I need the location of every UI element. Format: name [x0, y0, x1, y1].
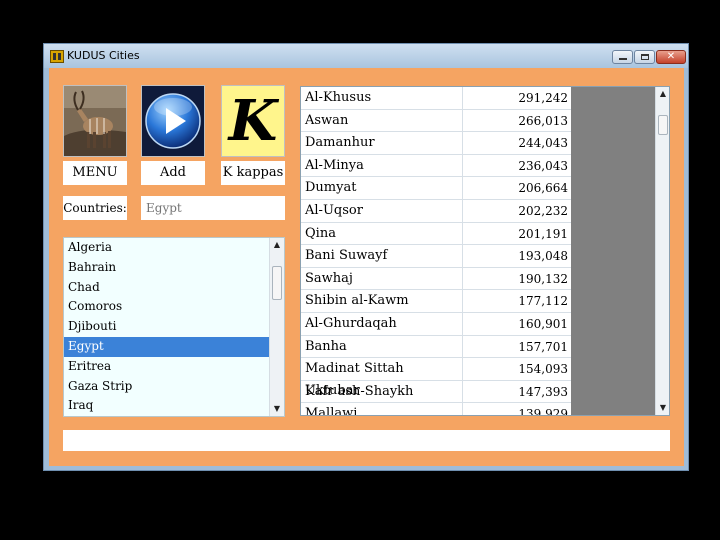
population-cell: 154,093 — [518, 362, 568, 377]
table-row[interactable]: Dumyat 206,664 — [301, 177, 571, 200]
country-input[interactable] — [141, 196, 285, 220]
country-list-item[interactable]: Chad — [64, 278, 284, 298]
population-cell: 177,112 — [518, 294, 568, 309]
population-cell: 160,901 — [518, 316, 568, 331]
country-list-item[interactable]: Algeria — [64, 238, 284, 258]
city-name-cell: Al-Uqsor — [301, 199, 463, 222]
city-name-cell: Mallawi — [301, 403, 463, 415]
population-cell: 244,043 — [518, 136, 568, 151]
population-cell: 201,191 — [518, 226, 568, 241]
city-table-scroll-thumb[interactable] — [658, 115, 668, 135]
maximize-icon — [641, 54, 649, 60]
table-empty-area — [571, 87, 655, 415]
country-list-item[interactable]: Djibouti — [64, 317, 284, 337]
city-name-cell: Dumyat — [301, 177, 463, 199]
scroll-up-icon[interactable]: ▲ — [270, 238, 284, 252]
table-row[interactable]: Bani Suwayf 193,048 — [301, 245, 571, 268]
country-list-scroll-thumb[interactable] — [272, 265, 282, 300]
client-area: K MENU Add K kappas Countries: AlgeriaBa… — [49, 68, 684, 466]
city-name-cell: Al-Minya — [301, 154, 463, 177]
scroll-down-icon[interactable]: ▼ — [656, 401, 669, 415]
close-icon: ✕ — [666, 51, 676, 62]
kappas-logo-letter: K — [228, 88, 278, 154]
scroll-down-icon[interactable]: ▼ — [270, 402, 284, 416]
countries-label: Countries: — [63, 196, 127, 220]
menu-image-button[interactable] — [63, 85, 127, 157]
table-row[interactable]: Mallawi 139,929 — [301, 403, 571, 416]
population-cell: 147,393 — [518, 384, 568, 399]
city-name-cell: Kafr ash-Shaykh — [301, 380, 463, 403]
table-row[interactable]: Al-Uqsor 202,232 — [301, 199, 571, 223]
city-table-scrollbar[interactable]: ▲ ▼ — [655, 87, 669, 415]
kudu-image — [64, 86, 126, 156]
population-cell: 266,013 — [518, 113, 568, 128]
table-row[interactable]: Al-Minya 236,043 — [301, 154, 571, 178]
city-name-cell: Al-Khusus — [301, 87, 463, 109]
population-cell: 291,242 — [518, 91, 568, 105]
country-listbox[interactable]: Algeria Bahrain Chad Comoros Djibouti Egypt Er… — [63, 237, 285, 417]
country-list-item[interactable]: Gaza Strip — [64, 377, 284, 397]
city-name-cell: Shibin al-Kawm — [301, 290, 463, 312]
table-row[interactable]: Qina 201,191 — [301, 222, 571, 246]
city-table[interactable]: Al-Khusus 291,242 Aswan 266,013 Damanhur 244,… — [300, 86, 670, 416]
city-name-cell: Qina — [301, 222, 463, 245]
menu-button[interactable]: MENU — [63, 161, 127, 185]
city-name-cell: Sawhaj — [301, 267, 463, 290]
country-list-item[interactable]: Bahrain — [64, 258, 284, 278]
city-name-cell: Al-Ghurdaqah — [301, 312, 463, 335]
city-name-cell: Damanhur — [301, 132, 463, 154]
window-title: KUDUS Cities — [67, 49, 140, 62]
country-list-item[interactable]: Eritrea — [64, 357, 284, 377]
scroll-up-icon[interactable]: ▲ — [656, 87, 669, 101]
table-row[interactable]: Sawhaj 190,132 — [301, 267, 571, 291]
table-row[interactable]: Shibin al-Kawm 177,112 — [301, 290, 571, 313]
table-row[interactable]: Al-Khusus 291,242 — [301, 87, 571, 110]
kappas-image-button[interactable]: K — [221, 85, 285, 157]
table-row[interactable]: Damanhur 244,043 — [301, 132, 571, 155]
minimize-button[interactable] — [612, 50, 633, 64]
population-cell: 193,048 — [518, 249, 568, 264]
city-name-cell: Aswan — [301, 109, 463, 132]
table-row[interactable]: Madinat Sittah Uktubar 154,093 — [301, 358, 571, 398]
population-cell: 236,043 — [518, 158, 568, 173]
status-bar — [63, 430, 670, 451]
population-cell: 190,132 — [518, 271, 568, 286]
table-row[interactable]: Kafr ash-Shaykh 147,393 — [301, 380, 571, 404]
city-name-cell: Bani Suwayf — [301, 245, 463, 267]
table-row[interactable]: Banha 157,701 — [301, 335, 571, 359]
minimize-icon — [619, 58, 627, 60]
population-cell: 202,232 — [518, 203, 568, 218]
close-button[interactable]: ✕ — [656, 50, 686, 64]
city-rows: Al-Khusus 291,242 Aswan 266,013 Damanhur 244,… — [301, 87, 571, 416]
table-row[interactable]: Aswan 266,013 — [301, 109, 571, 133]
population-cell: 206,664 — [518, 181, 568, 196]
title-bar[interactable]: KUDUS Cities ✕ — [44, 44, 688, 68]
country-list-scrollbar[interactable]: ▲ ▼ — [269, 238, 284, 416]
city-name-cell: Madinat Sittah Uktubar — [301, 358, 463, 398]
add-play-button[interactable] — [141, 85, 205, 157]
population-cell: 139,929 — [518, 407, 568, 416]
table-row[interactable]: Al-Ghurdaqah 160,901 — [301, 312, 571, 336]
population-cell: 157,701 — [518, 339, 568, 354]
country-list-item[interactable]: Comoros — [64, 297, 284, 317]
country-list-item[interactable]: Egypt — [64, 336, 284, 357]
maximize-button[interactable] — [634, 50, 655, 64]
app-window: KUDUS Cities ✕ K MENU Add K kappas Count… — [43, 43, 689, 471]
play-icon — [145, 93, 201, 149]
app-icon[interactable] — [50, 50, 64, 63]
add-button[interactable]: Add — [141, 161, 205, 185]
city-name-cell: Banha — [301, 335, 463, 358]
country-list-item[interactable]: Iraq — [64, 396, 284, 416]
kappas-button[interactable]: K kappas — [221, 161, 285, 185]
